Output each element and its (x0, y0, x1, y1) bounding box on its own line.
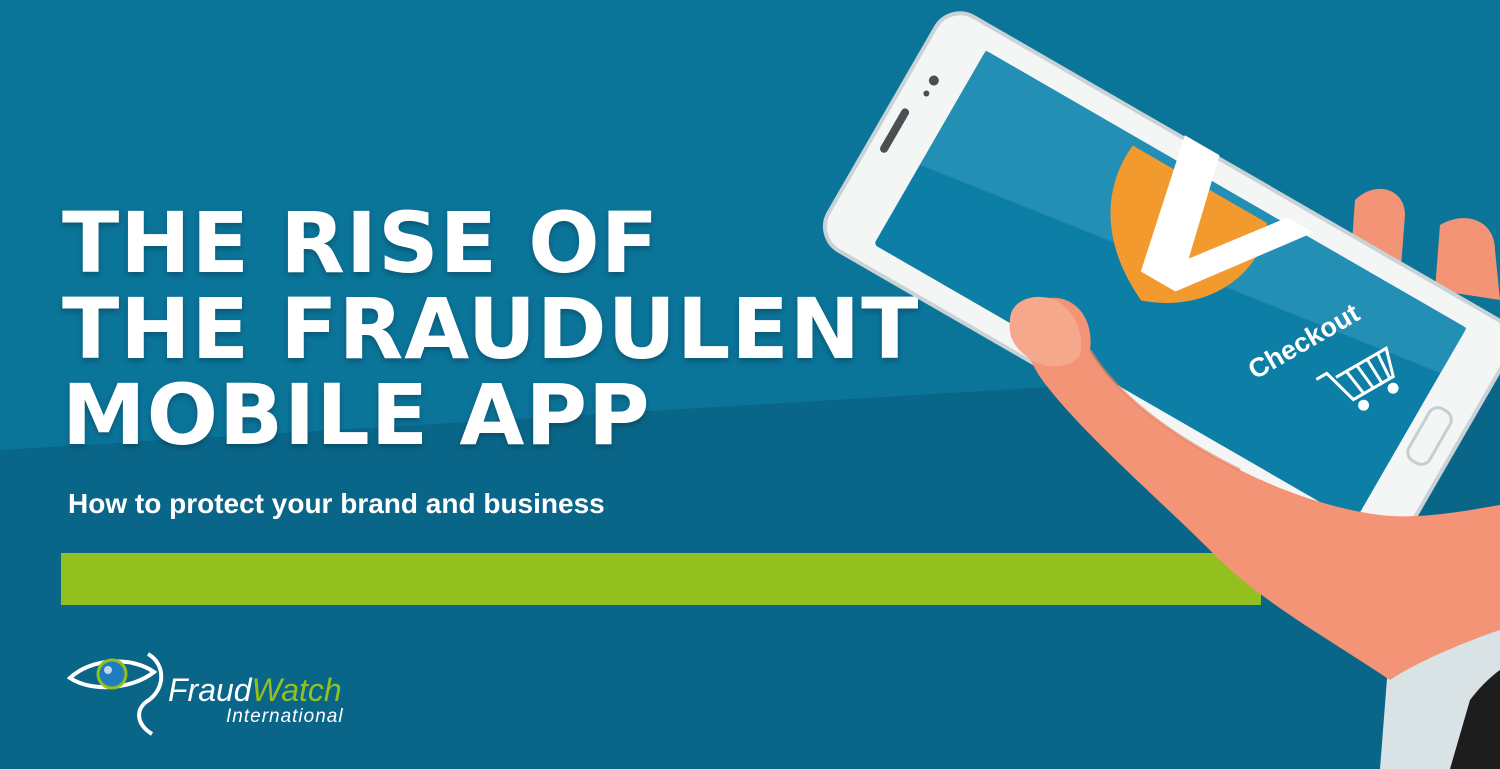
logo-name-fraud: Fraud (168, 672, 252, 708)
logo-tagline: International (226, 706, 344, 727)
fraudwatch-logo: FraudWatch International (66, 650, 366, 740)
logo-name-watch: Watch (251, 672, 342, 708)
hero-banner: THE RISE OF THE FRAUDULENT MOBILE APP Ho… (0, 0, 1500, 769)
eye-logo-icon (66, 652, 164, 736)
logo-wordmark: FraudWatch (168, 672, 342, 709)
